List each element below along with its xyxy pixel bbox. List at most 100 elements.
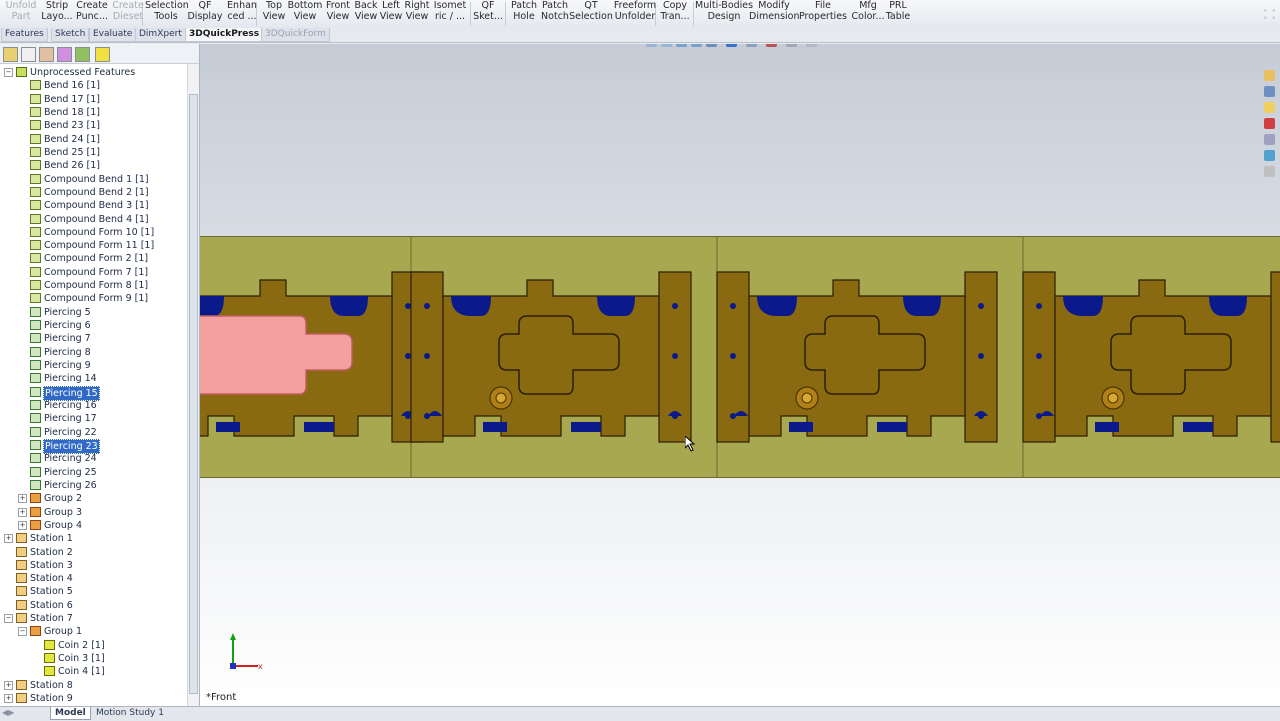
- collapse-icon[interactable]: −: [4, 614, 13, 624]
- tree-item[interactable]: Piercing 22: [0, 426, 186, 439]
- tree-item[interactable]: − Station 7: [0, 612, 186, 625]
- tree-item[interactable]: + Station 1: [0, 532, 186, 545]
- tree-item[interactable]: Coin 2 [1]: [0, 639, 186, 652]
- tree-item[interactable]: Bend 25 [1]: [0, 146, 186, 159]
- graphics-viewport[interactable]: – ❐ ✕ x *Front: [200, 44, 1280, 706]
- ribbon-button-qt[interactable]: QT Selection: [569, 0, 613, 28]
- tree-item[interactable]: + Group 2: [0, 492, 186, 505]
- collapse-icon[interactable]: −: [18, 627, 27, 637]
- tree-item[interactable]: Bend 23 [1]: [0, 119, 186, 132]
- tree-item[interactable]: Compound Form 10 [1]: [0, 226, 186, 239]
- tree-item[interactable]: Station 2: [0, 546, 186, 559]
- tree-item[interactable]: Compound Form 11 [1]: [0, 239, 186, 252]
- tree-item[interactable]: Compound Form 7 [1]: [0, 266, 186, 279]
- design-library-icon[interactable]: [1264, 86, 1275, 97]
- appearances-icon[interactable]: [1264, 134, 1275, 145]
- tree-item[interactable]: Piercing 5: [0, 306, 186, 319]
- tree-item[interactable]: + Group 3: [0, 506, 186, 519]
- ribbon-button-patch[interactable]: Patch Hole: [508, 0, 540, 28]
- tab-dimxpert[interactable]: DimXpert: [135, 28, 186, 42]
- tree-item[interactable]: Piercing 17: [0, 412, 186, 425]
- dimxpert-manager-tab-icon[interactable]: [57, 47, 72, 62]
- close-icon[interactable]: ✕: [1264, 44, 1272, 46]
- ribbon-button-selection[interactable]: Selection Tools: [145, 0, 189, 28]
- tree-item[interactable]: Station 4: [0, 572, 186, 585]
- tree-item[interactable]: Compound Bend 4 [1]: [0, 213, 186, 226]
- display-style-icon[interactable]: [746, 44, 757, 47]
- tab-3dquickform[interactable]: 3DQuickForm: [261, 28, 330, 42]
- tree-item[interactable]: Station 6: [0, 599, 186, 612]
- tab-evaluate[interactable]: Evaluate: [89, 28, 137, 42]
- edit-appearance-icon[interactable]: [786, 44, 797, 47]
- view-palette-icon[interactable]: [1264, 118, 1275, 129]
- ribbon-button-enhan[interactable]: Enhan ced ...: [225, 0, 259, 28]
- ribbon-button-modify[interactable]: Modify Dimension: [749, 0, 800, 28]
- tree-item[interactable]: Compound Bend 2 [1]: [0, 186, 186, 199]
- minimize-icon[interactable]: –: [1240, 44, 1245, 46]
- ribbon-button-qf[interactable]: QF Display: [187, 0, 223, 28]
- ribbon-button-multi-bodies[interactable]: Multi-Bodies Design: [695, 0, 753, 28]
- tab-sketch[interactable]: Sketch: [51, 28, 90, 42]
- tree-item[interactable]: + Group 4: [0, 519, 186, 532]
- ribbon-button-create[interactable]: Create Dieset: [110, 0, 146, 28]
- ribbon-button-top[interactable]: Top View: [259, 0, 289, 28]
- ribbon-button-mfg[interactable]: Mfg Color...: [851, 0, 885, 28]
- ribbon-button-left[interactable]: Left View: [378, 0, 404, 28]
- ribbon-button-strip[interactable]: Strip Layo...: [40, 0, 74, 28]
- zoom-to-area-icon[interactable]: [661, 44, 672, 47]
- tree-item[interactable]: Bend 26 [1]: [0, 159, 186, 172]
- dynamic-annotation-icon[interactable]: [706, 44, 717, 47]
- toolbox-icon[interactable]: [1264, 166, 1275, 177]
- tree-item[interactable]: Bend 16 [1]: [0, 79, 186, 92]
- expand-icon[interactable]: +: [4, 680, 13, 690]
- expand-icon[interactable]: +: [4, 694, 13, 704]
- ribbon-button-create[interactable]: Create Punc...: [74, 0, 110, 28]
- expand-icon[interactable]: +: [18, 520, 27, 530]
- expand-icon[interactable]: +: [4, 534, 13, 544]
- view-settings-icon[interactable]: [806, 44, 817, 47]
- tree-item[interactable]: Piercing 7: [0, 332, 186, 345]
- tree-item[interactable]: Piercing 23: [0, 438, 186, 454]
- tree-item[interactable]: Piercing 16: [0, 399, 186, 412]
- ribbon-button-patch[interactable]: Patch Notch: [539, 0, 571, 28]
- tree-item[interactable]: Coin 4 [1]: [0, 665, 186, 678]
- tree-item[interactable]: + Station 8: [0, 679, 186, 692]
- ribbon-button-isomet[interactable]: Isomet ric / ...: [431, 0, 469, 28]
- hide-show-items-icon[interactable]: [766, 44, 777, 47]
- tree-scrollbar-thumb[interactable]: [189, 94, 198, 694]
- ribbon-button-file[interactable]: File Properties: [797, 0, 849, 28]
- ribbon-button-copy[interactable]: Copy Tran...: [657, 0, 693, 28]
- expand-icon[interactable]: +: [18, 494, 27, 504]
- tree-item[interactable]: − Unprocessed Features: [0, 66, 186, 79]
- feature-manager-tab-icon[interactable]: [3, 47, 18, 62]
- tree-item[interactable]: Piercing 26: [0, 479, 186, 492]
- expand-icon[interactable]: +: [18, 507, 27, 517]
- tree-item[interactable]: Station 3: [0, 559, 186, 572]
- home-icon[interactable]: [1264, 70, 1275, 81]
- display-manager-tab-icon[interactable]: [75, 47, 90, 62]
- ribbon-button-unfold[interactable]: Unfold Part: [2, 0, 40, 28]
- tab-features[interactable]: Features: [1, 28, 48, 42]
- tab-motion-study-1[interactable]: Motion Study 1: [92, 707, 168, 719]
- ribbon-button-prl[interactable]: PRL Table: [883, 0, 913, 28]
- tree-item[interactable]: Compound Bend 3 [1]: [0, 199, 186, 212]
- tree-item[interactable]: Bend 17 [1]: [0, 93, 186, 106]
- view-orientation-icon[interactable]: [726, 44, 737, 47]
- tree-item[interactable]: Compound Form 9 [1]: [0, 292, 186, 305]
- tab-scroll-arrows-icon[interactable]: ◀▶: [2, 708, 14, 717]
- configuration-manager-tab-icon[interactable]: [39, 47, 54, 62]
- file-explorer-icon[interactable]: [1264, 102, 1275, 113]
- previous-view-icon[interactable]: [676, 44, 687, 47]
- restore-icon[interactable]: ❐: [1251, 44, 1259, 46]
- tree-item[interactable]: Bend 18 [1]: [0, 106, 186, 119]
- tree-item[interactable]: Piercing 9: [0, 359, 186, 372]
- tree-item[interactable]: Compound Form 2 [1]: [0, 252, 186, 265]
- ribbon-button-qf[interactable]: QF Sket...: [471, 0, 505, 28]
- ribbon-button-freeform[interactable]: Freeform Unfolder: [612, 0, 658, 28]
- tree-item[interactable]: Compound Form 8 [1]: [0, 279, 186, 292]
- ribbon-button-right[interactable]: Right View: [402, 0, 432, 28]
- tree-item[interactable]: Piercing 25: [0, 466, 186, 479]
- tree-item[interactable]: Piercing 8: [0, 346, 186, 359]
- quickpress-tab-icon[interactable]: [95, 47, 110, 62]
- tree-item[interactable]: + Station 9: [0, 692, 186, 705]
